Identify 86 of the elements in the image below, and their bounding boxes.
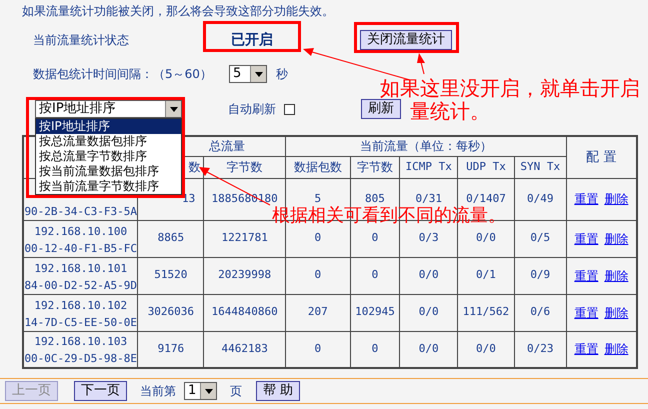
table-cell: 0 [314,231,322,244]
table-cell: 1221781 [221,231,268,244]
current-page-label: 当前第 [140,383,176,400]
column-header: 字节数 [226,160,263,174]
table-cell: 0/0 [418,342,439,355]
table-cell: 0/0 [418,268,439,282]
table-cell: 5 [314,192,322,205]
table-cell: 0 [372,268,378,282]
annotation-text: 量统计。 [410,100,490,123]
table-cell: 0/23 [527,342,554,355]
table-cell: 4462183 [221,342,268,355]
notice-text: 如果流量统计功能被关闭，那么将会导致这部分功能失效。 [22,4,335,18]
table-cell: 0 [314,268,322,282]
ip-address: 192.168.10.102 [34,298,128,314]
table-cell: 207 [308,305,328,318]
column-header: UDP Tx [466,160,506,173]
table-cell: 0 [372,231,378,244]
mac-address: 14-7D-C5-EE-50-0E [24,314,138,330]
auto-refresh-label: 自动刷新 [228,101,276,118]
annotation-text: 如果这里没开启，就单击开启 [380,77,640,100]
table-cell: 0/3 [418,231,439,244]
ip-address: 192.168.10.103 [34,334,128,350]
status-label: 当前流量统计状态 [33,32,130,49]
table-cell: 0 [372,342,378,355]
table-cell: 3026036 [148,305,194,318]
table-cell: 0 [314,342,322,355]
sort-option[interactable]: 按IP地址排序 [36,119,181,134]
status-value: 已开启 [231,30,274,50]
table-cell: 0/31 [415,192,442,205]
delete-link[interactable]: 删除 [604,230,628,248]
next-page-button[interactable]: 下一页 [74,381,127,401]
help-button[interactable]: 帮 助 [256,381,300,401]
disable-stats-button[interactable]: 关闭流量统计 [360,30,452,50]
column-header: SYN Tx [520,160,560,173]
table-cell: 8865 [158,231,184,244]
delete-link[interactable]: 删除 [604,190,628,208]
table-cell: 0/6 [530,305,550,318]
page-select[interactable]: 1 [184,382,217,400]
delete-link[interactable]: 删除 [604,340,628,358]
reset-link[interactable]: 重置 [574,230,598,248]
interval-select[interactable]: 5 [229,65,267,83]
table-cell: 9176 [158,342,184,355]
interval-unit: 秒 [276,66,288,83]
table-cell: 0/5 [530,231,550,244]
delete-link[interactable]: 删除 [604,304,628,322]
column-header: 字节数 [356,160,393,174]
table-cell: 0/1407 [466,192,506,205]
column-header: 数 [188,160,200,174]
table-cell: 0/49 [527,192,554,205]
column-header: 配 置 [586,150,616,164]
table-cell: 0/0 [476,231,496,244]
page-unit: 页 [230,383,242,400]
sort-option[interactable]: 按当前流量数据包排序 [36,164,181,179]
column-header: 数据包数 [294,160,342,174]
column-group-header: 总流量 [208,138,245,155]
reset-link[interactable]: 重置 [574,340,598,358]
table-cell: 102945 [355,305,395,318]
sort-option[interactable]: 按总流量字节数排序 [36,149,181,164]
table-cell: 805 [365,192,385,205]
mac-address: 90-2B-34-C3-F3-5A [24,204,138,220]
mac-address: 00-0C-29-D5-98-8E [24,351,138,367]
table-cell: 0/0 [418,305,439,318]
table-cell: 51520 [154,268,188,282]
reset-link[interactable]: 重置 [574,190,598,208]
arrow [417,53,425,74]
table-cell: 20239998 [218,268,272,282]
ip-address: 192.168.10.100 [34,224,128,240]
auto-refresh-checkbox[interactable] [284,104,295,114]
table-cell: 0/0 [476,342,496,355]
mac-address: 84-00-D2-52-A5-9D [24,278,138,294]
mac-address: 00-12-40-F1-B5-FC [24,240,138,256]
sort-select[interactable]: 按IP地址排序 [35,100,182,118]
table-cell: 1644840860 [212,305,278,318]
table-cell: 0/9 [530,268,550,282]
reset-link[interactable]: 重置 [574,304,598,322]
interval-label: 数据包统计时间间隔：（5～60） [33,66,213,83]
sort-option[interactable]: 按总流量数据包排序 [36,134,181,149]
sort-option[interactable]: 按当前流量字节数排序 [36,179,181,194]
table-cell: 111/562 [462,305,510,318]
table-cell: 0/1 [476,268,496,282]
refresh-button[interactable]: 刷新 [361,99,401,119]
reset-link[interactable]: 重置 [574,266,598,284]
column-group-header: 当前流量（单位：每秒） [360,139,492,153]
ip-address: 192.168.10.101 [34,260,128,276]
column-header: ICMP Tx [406,160,452,173]
delete-link[interactable]: 删除 [604,266,628,284]
